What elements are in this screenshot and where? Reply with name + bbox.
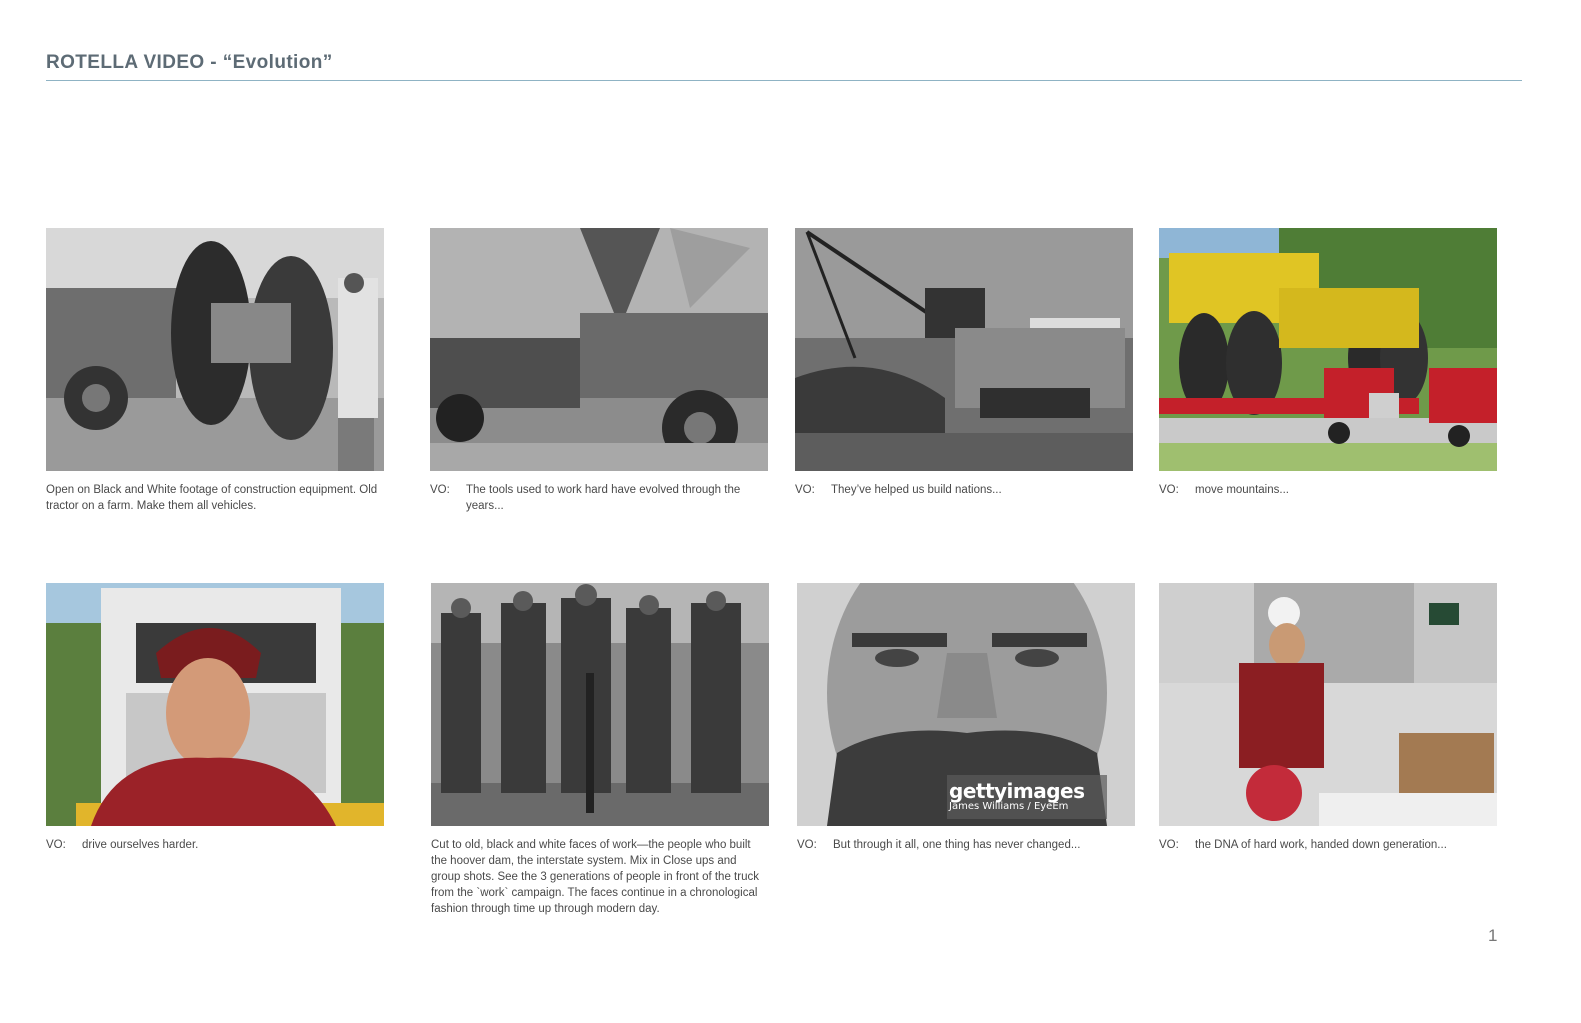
- frame-caption: VO: the DNA of hard work, handed down ge…: [1159, 837, 1497, 853]
- frame-caption-text: They’ve helped us build nations...: [831, 484, 1002, 496]
- frame-caption: VO: move mountains...: [1159, 482, 1497, 498]
- frame-caption-text: the DNA of hard work, handed down genera…: [1195, 839, 1447, 851]
- frame-caption: VO: The tools used to work hard have evo…: [430, 482, 768, 514]
- frame-caption: Cut to old, black and white faces of wor…: [431, 837, 769, 917]
- frame-image-bearded-man: gettyimages James Williams / EyeEm: [797, 583, 1135, 826]
- storyboard-frame-1: Open on Black and White footage of const…: [46, 228, 384, 514]
- frame-caption-text: The tools used to work hard have evolved…: [466, 484, 741, 512]
- frame-image-old-tractor: [46, 228, 384, 471]
- frame-image-workers-group: [431, 583, 769, 826]
- frame-caption-text: drive ourselves harder.: [82, 839, 199, 851]
- storyboard-frame-3: VO: They’ve helped us build nations...: [795, 228, 1133, 498]
- frame-image-dump-truck: [430, 228, 768, 471]
- vo-label: VO:: [46, 839, 66, 851]
- watermark-brand: gettyimages: [949, 779, 1085, 803]
- frame-caption: VO: They’ve helped us build nations...: [795, 482, 1133, 498]
- frame-caption: VO: But through it all, one thing has ne…: [797, 837, 1135, 853]
- storyboard-frame-8: VO: the DNA of hard work, handed down ge…: [1159, 583, 1497, 853]
- frame-caption: Open on Black and White footage of const…: [46, 482, 384, 514]
- frame-image-trucker-portrait: [46, 583, 384, 826]
- watermark-credit: James Williams / EyeEm: [949, 801, 1069, 812]
- frame-caption: VO: drive ourselves harder.: [46, 837, 384, 853]
- page-number: 1: [1488, 926, 1498, 945]
- frame-image-crane-bulldozer: [795, 228, 1133, 471]
- frame-image-worker-cable-spool: [1159, 583, 1497, 826]
- page-title: ROTELLA VIDEO - “Evolution”: [46, 52, 333, 73]
- storyboard-frame-4: VO: move mountains...: [1159, 228, 1497, 498]
- vo-label: VO:: [430, 484, 450, 496]
- vo-label: VO:: [1159, 484, 1179, 496]
- frame-image-haul-truck-trailer: [1159, 228, 1497, 471]
- storyboard-frame-7: gettyimages James Williams / EyeEm VO: B…: [797, 583, 1135, 853]
- header-divider: [46, 80, 1522, 81]
- vo-label: VO:: [797, 839, 817, 851]
- storyboard-frame-5: VO: drive ourselves harder.: [46, 583, 384, 853]
- frame-caption-text: move mountains...: [1195, 484, 1289, 496]
- storyboard-frame-6: Cut to old, black and white faces of wor…: [431, 583, 769, 917]
- frame-caption-text: Open on Black and White footage of const…: [46, 484, 378, 512]
- vo-label: VO:: [1159, 839, 1179, 851]
- getty-watermark: gettyimages James Williams / EyeEm: [949, 779, 1085, 812]
- storyboard-frame-2: VO: The tools used to work hard have evo…: [430, 228, 768, 514]
- vo-label: VO:: [795, 484, 815, 496]
- frame-caption-text: But through it all, one thing has never …: [833, 839, 1081, 851]
- frame-caption-text: Cut to old, black and white faces of wor…: [431, 839, 759, 915]
